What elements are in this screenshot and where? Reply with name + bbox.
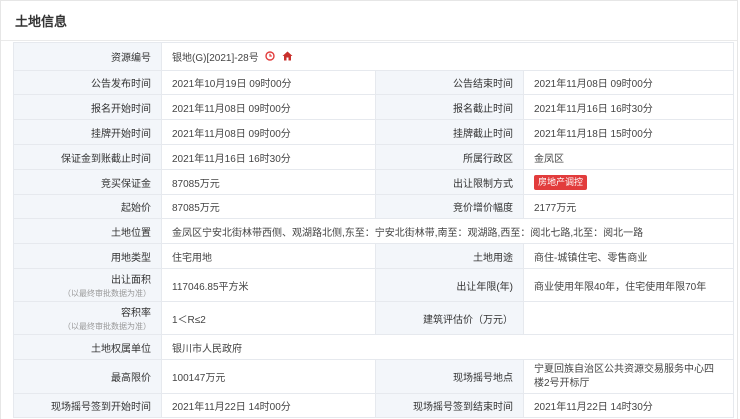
plot-ratio-note: （以最终审批数据为准） <box>63 322 151 331</box>
lottery-sign-start-label: 现场摇号签到开始时间 <box>13 393 162 418</box>
table-row: 用地类型 住宅用地 土地用途 商住-城镇住宅、零售商业 <box>13 243 734 269</box>
area-label: 出让面积 <box>111 275 151 286</box>
start-price-value: 87085万元 <box>161 194 376 219</box>
term-value: 商业使用年限40年，住宅使用年限70年 <box>523 268 734 302</box>
lottery-sign-start-value: 2021年11月22日 14时00分 <box>161 393 376 418</box>
bid-deposit-value: 87085万元 <box>161 169 376 195</box>
district-value: 金凤区 <box>523 144 734 170</box>
resource-no-value: 银地(G)[2021]-28号 <box>172 52 259 64</box>
lottery-place-value: 宁夏回族自治区公共资源交易服务中心四楼2号开标厅 <box>523 359 734 394</box>
area-value: 117046.85平方米 <box>161 268 376 302</box>
lottery-place-label: 现场摇号地点 <box>375 359 524 394</box>
announce-start-label: 公告发布时间 <box>13 70 162 95</box>
listing-end-label: 挂牌截止时间 <box>375 119 524 145</box>
table-row: 报名开始时间 2021年11月08日 09时00分 报名截止时间 2021年11… <box>13 94 734 120</box>
panel-title: 土地信息 <box>1 1 737 41</box>
land-type-label: 用地类型 <box>13 243 162 269</box>
table-row: 现场摇号签到开始时间 2021年11月22日 14时00分 现场摇号签到结束时间… <box>13 393 734 418</box>
listing-start-label: 挂牌开始时间 <box>13 119 162 145</box>
max-price-label: 最高限价 <box>13 359 162 394</box>
plot-ratio-value: 1＜R≤2 <box>161 301 376 335</box>
location-value: 金凤区宁安北街林带西侧、观湖路北侧,东至：宁安北街林带,南至：观湖路,西至：阅北… <box>161 218 734 244</box>
table-row: 公告发布时间 2021年10月19日 09时00分 公告结束时间 2021年11… <box>13 70 734 95</box>
restriction-cell: 房地产调控 <box>523 169 734 195</box>
home-icon[interactable] <box>282 51 293 64</box>
land-use-value: 商住-城镇住宅、零售商业 <box>523 243 734 269</box>
land-use-label: 土地用途 <box>375 243 524 269</box>
plot-ratio-label-cell: 容积率 （以最终审批数据为准） <box>13 301 162 335</box>
table-row: 资源编号 银地(G)[2021]-28号 <box>13 42 734 71</box>
deposit-deadline-label: 保证金到账截止时间 <box>13 144 162 170</box>
area-note: （以最终审批数据为准） <box>63 289 151 298</box>
lottery-sign-end-value: 2021年11月22日 14时30分 <box>523 393 734 418</box>
bid-deposit-label: 竞买保证金 <box>13 169 162 195</box>
owner-value: 银川市人民政府 <box>161 334 734 360</box>
announce-end-label: 公告结束时间 <box>375 70 524 95</box>
location-label: 土地位置 <box>13 218 162 244</box>
clock-icon[interactable] <box>265 51 276 64</box>
table-row: 土地权属单位 银川市人民政府 <box>13 334 734 360</box>
table-row: 土地位置 金凤区宁安北街林带西侧、观湖路北侧,东至：宁安北街林带,南至：观湖路,… <box>13 218 734 244</box>
table-row: 最高限价 100147万元 现场摇号地点 宁夏回族自治区公共资源交易服务中心四楼… <box>13 359 734 394</box>
deposit-deadline-value: 2021年11月16日 16时30分 <box>161 144 376 170</box>
land-info-table: 资源编号 银地(G)[2021]-28号 公告发布时间 2021年10月19日 … <box>13 42 734 418</box>
table-row: 挂牌开始时间 2021年11月08日 09时00分 挂牌截止时间 2021年11… <box>13 119 734 145</box>
term-label: 出让年限(年) <box>375 268 524 302</box>
owner-label: 土地权属单位 <box>13 334 162 360</box>
table-row: 保证金到账截止时间 2021年11月16日 16时30分 所属行政区 金凤区 <box>13 144 734 170</box>
district-label: 所属行政区 <box>375 144 524 170</box>
table-row: 出让面积 （以最终审批数据为准） 117046.85平方米 出让年限(年) 商业… <box>13 268 734 302</box>
building-eval-value <box>523 301 734 335</box>
signup-start-value: 2021年11月08日 09时00分 <box>161 94 376 120</box>
start-price-label: 起始价 <box>13 194 162 219</box>
increment-label: 竞价增价幅度 <box>375 194 524 219</box>
lottery-sign-end-label: 现场摇号签到结束时间 <box>375 393 524 418</box>
restriction-badge: 房地产调控 <box>534 174 588 190</box>
resource-no-label: 资源编号 <box>13 42 162 71</box>
building-eval-label: 建筑评估价（万元） <box>375 301 524 335</box>
area-label-cell: 出让面积 （以最终审批数据为准） <box>13 268 162 302</box>
signup-start-label: 报名开始时间 <box>13 94 162 120</box>
restriction-label: 出让限制方式 <box>375 169 524 195</box>
plot-ratio-label: 容积率 <box>121 308 151 319</box>
table-row: 竞买保证金 87085万元 出让限制方式 房地产调控 <box>13 169 734 195</box>
announce-end-value: 2021年11月08日 09时00分 <box>523 70 734 95</box>
increment-value: 2177万元 <box>523 194 734 219</box>
signup-end-label: 报名截止时间 <box>375 94 524 120</box>
announce-start-value: 2021年10月19日 09时00分 <box>161 70 376 95</box>
listing-start-value: 2021年11月08日 09时00分 <box>161 119 376 145</box>
resource-no-cell: 银地(G)[2021]-28号 <box>161 42 734 71</box>
table-row: 起始价 87085万元 竞价增价幅度 2177万元 <box>13 194 734 219</box>
signup-end-value: 2021年11月16日 16时30分 <box>523 94 734 120</box>
table-row: 容积率 （以最终审批数据为准） 1＜R≤2 建筑评估价（万元） <box>13 301 734 335</box>
land-info-panel: 土地信息 资源编号 银地(G)[2021]-28号 公告发布时间 2021年10… <box>0 0 738 419</box>
max-price-value: 100147万元 <box>161 359 376 394</box>
land-type-value: 住宅用地 <box>161 243 376 269</box>
listing-end-value: 2021年11月18日 15时00分 <box>523 119 734 145</box>
